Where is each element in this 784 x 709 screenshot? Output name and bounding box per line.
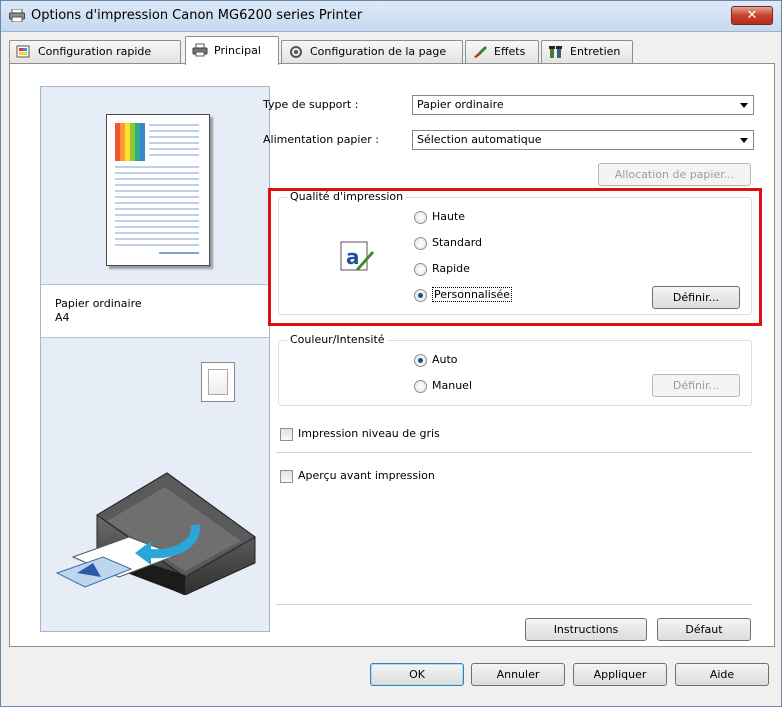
grayscale-checkbox[interactable]: Impression niveau de gris [280,426,440,442]
window-title: Options d'impression Canon MG6200 series… [31,8,363,23]
tab-page-setup[interactable]: Configuration de la page [281,40,463,63]
color-intensity-title: Couleur/Intensité [287,333,388,346]
paper-source-select[interactable]: Sélection automatique [412,130,754,150]
color-set-button[interactable]: Définir... [652,374,740,397]
tab-effects[interactable]: Effets [465,40,539,63]
print-options-dialog: Options d'impression Canon MG6200 series… [0,0,782,707]
paper-orientation-preview [201,362,235,402]
tab-main[interactable]: Principal [185,36,279,65]
effects-brush-icon [474,46,487,58]
main-tab-panel: Papier ordinaire A4 Type de support: Pa… [9,63,775,647]
media-summary: Papier ordinaire A4 [41,284,269,338]
main-printer-icon [192,43,208,57]
color-auto-radio[interactable]: Auto [414,352,458,368]
radio-circle-icon [414,380,427,393]
media-type-value: Papier ordinaire [417,98,504,111]
tab-maintenance[interactable]: Entretien [541,40,633,63]
ok-button[interactable]: OK [370,663,464,686]
portrait-page-icon [208,369,228,395]
cancel-button[interactable]: Annuler [471,663,565,686]
preview-before-print-checkbox[interactable]: Aperçu avant impression [280,468,435,484]
quick-setup-icon [16,45,30,58]
checkbox-icon [280,428,293,441]
chevron-down-icon [740,103,748,108]
radio-circle-icon [414,354,427,367]
color-manual-radio[interactable]: Manuel [414,378,472,394]
printer-illustration-icon [55,472,256,595]
help-button[interactable]: Aide [675,663,769,686]
paper-size-summary: A4 [55,311,70,324]
paper-source-label: Alimentation papier : [263,133,379,146]
title-bar[interactable]: Options d'impression Canon MG6200 series… [1,1,781,32]
media-type-label: Type de support : [263,98,359,111]
tab-quick-setup[interactable]: Configuration rapide [9,40,181,63]
media-type-select[interactable]: Papier ordinaire [412,95,754,115]
checkbox-icon [280,470,293,483]
settings-preview: Papier ordinaire A4 [40,86,270,632]
paper-allocation-button[interactable]: Allocation de papier... [598,163,751,186]
printer-icon [9,9,25,22]
divider [276,604,752,605]
instructions-button[interactable]: Instructions [525,618,647,641]
paper-layout-icon [115,123,199,254]
close-button[interactable]: ✕ [731,6,773,25]
media-type-summary: Papier ordinaire [55,297,142,310]
maintenance-tools-icon [549,46,562,58]
paper-preview [106,114,210,266]
divider [276,452,752,453]
close-icon: ✕ [746,8,758,23]
default-button[interactable]: Défaut [657,618,751,641]
page-setup-icon [290,46,302,58]
quality-highlight-frame [268,188,762,326]
paper-source-value: Sélection automatique [417,133,542,146]
apply-button[interactable]: Appliquer [573,663,667,686]
chevron-down-icon [740,138,748,143]
